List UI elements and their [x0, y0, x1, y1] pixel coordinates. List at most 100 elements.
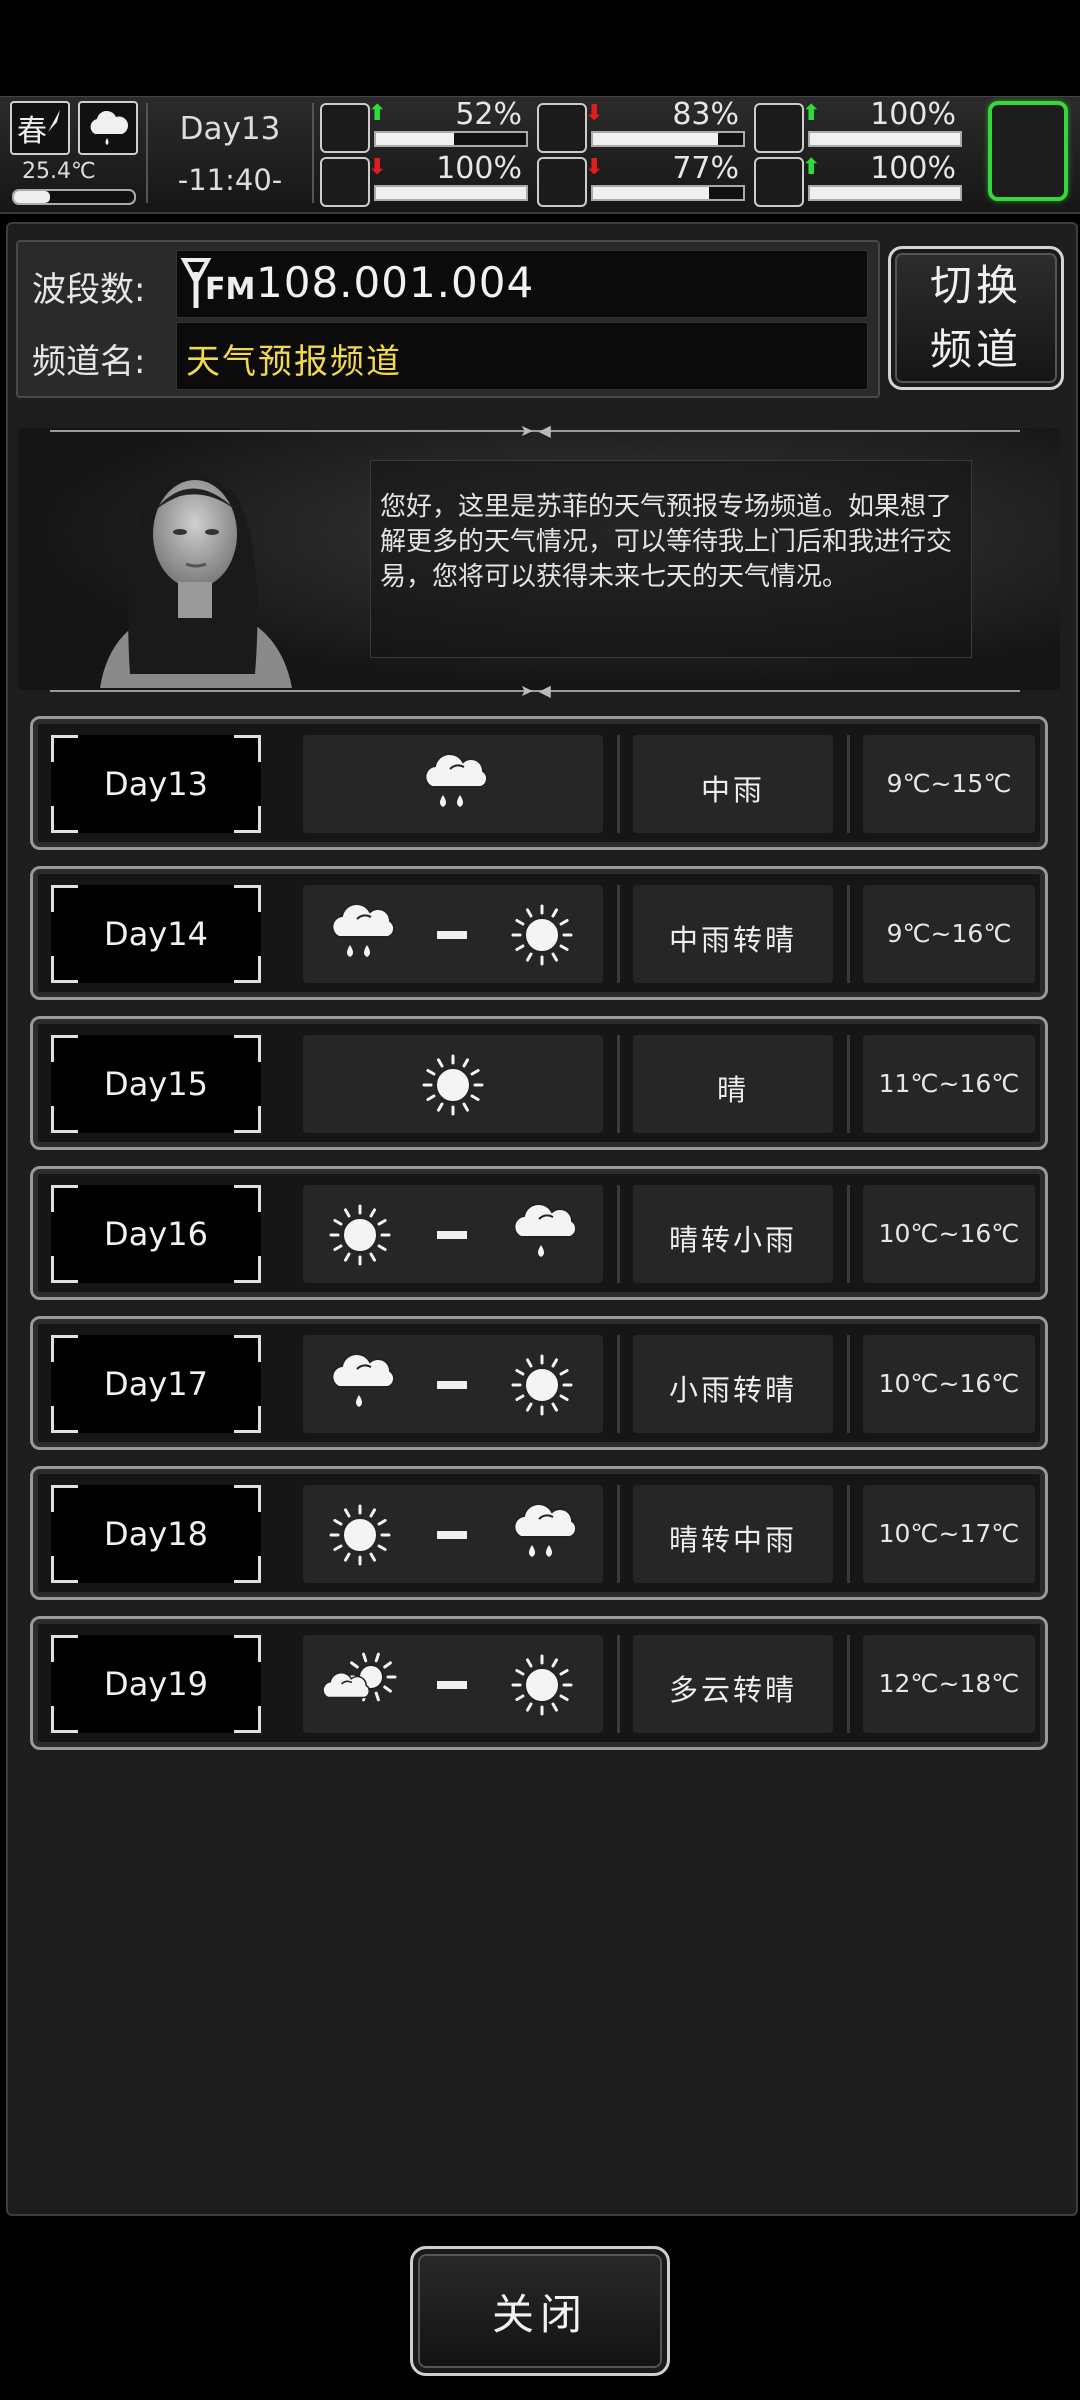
forecast-day-cell: Day19: [51, 1635, 261, 1733]
forecast-day-cell: Day13: [51, 735, 261, 833]
sun-icon: [317, 1199, 403, 1271]
forecast-temperature: 10℃~17℃: [878, 1519, 1020, 1548]
stat-bar: [808, 185, 962, 201]
corner-bracket: [51, 956, 78, 983]
frequency-value: 108.001.004: [256, 258, 535, 307]
close-button-label: 关闭: [491, 2289, 588, 2339]
boot-icon: [320, 157, 370, 207]
close-button[interactable]: 关闭: [410, 2246, 670, 2376]
forecast-day: Day16: [104, 1215, 208, 1253]
forecast-desc-cell: 晴转小雨: [633, 1185, 833, 1283]
stat-value: 100%: [436, 151, 522, 186]
forecast-icon-cell: [303, 1635, 603, 1733]
stat-value: 100%: [870, 97, 956, 132]
trend-down-icon: ⬇: [585, 155, 604, 180]
forecast-description: 中雨转晴: [668, 923, 797, 957]
rain-light-icon: [317, 1349, 403, 1421]
corner-bracket: [51, 1035, 78, 1062]
corner-bracket: [234, 1706, 261, 1733]
forecast-icon-cell: [303, 1185, 603, 1283]
rain-heavy-icon: [499, 1499, 585, 1571]
temperature-bar-fill: [14, 191, 50, 203]
trend-down-icon: ⬇: [585, 101, 604, 126]
stat-bar: [808, 131, 962, 147]
forecast-row-day18: Day18 晴转中雨 10℃~17℃: [30, 1466, 1048, 1600]
divider: [847, 1485, 850, 1583]
corner-bracket: [234, 956, 261, 983]
corner-bracket: [234, 1106, 261, 1133]
channel-name: 天气预报频道: [186, 342, 402, 382]
forecast-description: 中雨: [700, 773, 765, 807]
forecast-row-day17: Day17 小雨转晴 10℃~16℃: [30, 1316, 1048, 1450]
divider: [617, 1485, 620, 1583]
trend-up-icon: ⬆: [802, 101, 821, 126]
forecast-description: 小雨转晴: [668, 1373, 797, 1407]
corner-bracket: [51, 1335, 78, 1362]
forecast-row-day19: Day19 多云转晴 12℃~18℃: [30, 1616, 1048, 1750]
stat-value: 52%: [455, 97, 522, 132]
stat-bar-fill: [810, 187, 960, 199]
forecast-description: 晴: [716, 1073, 749, 1107]
rain-heavy-icon: [317, 899, 403, 971]
heart-icon: [754, 157, 804, 207]
divider: [312, 103, 314, 203]
forecast-day: Day19: [104, 1665, 208, 1703]
corner-bracket: [234, 1256, 261, 1283]
transition-dash: [437, 1681, 467, 1689]
forecast-temperature: 9℃~15℃: [886, 769, 1012, 798]
stat-bar-fill: [376, 187, 526, 199]
forecast-temp-cell: 11℃~16℃: [863, 1035, 1035, 1133]
switch-channel-line2: 频道: [929, 325, 1022, 374]
trend-up-icon: ⬆: [802, 155, 821, 180]
stat-health: ⬆ 52%: [320, 97, 530, 153]
forecast-day: Day18: [104, 1515, 208, 1553]
transition-dash: [437, 1381, 467, 1389]
forecast-icon-cell: [303, 1485, 603, 1583]
sun-icon: [499, 899, 585, 971]
switch-channel-line1: 切换: [929, 261, 1022, 310]
corner-bracket: [234, 1185, 261, 1212]
season-label: 春: [17, 114, 47, 149]
forecast-day-cell: Day14: [51, 885, 261, 983]
switch-channel-button[interactable]: 切换 频道: [888, 246, 1064, 390]
equipment-slot[interactable]: [988, 101, 1068, 201]
stat-medicine: ⬆ 100%: [754, 97, 964, 153]
divider: [847, 885, 850, 983]
forecast-day-cell: Day16: [51, 1185, 261, 1283]
corner-bracket: [51, 1256, 78, 1283]
corner-bracket: [51, 1185, 78, 1212]
forecast-day-cell: Day17: [51, 1335, 261, 1433]
divider: [847, 735, 850, 833]
divider: [617, 1335, 620, 1433]
forecast-temperature: 11℃~16℃: [878, 1069, 1020, 1098]
transition-dash: [437, 1231, 467, 1239]
cloudy-icon: [317, 1649, 403, 1721]
stat-value: 83%: [672, 97, 739, 132]
forecast-day-cell: Day18: [51, 1485, 261, 1583]
sun-icon: [317, 1499, 403, 1571]
forecast-day: Day17: [104, 1365, 208, 1403]
channel-label: 频道名:: [32, 342, 146, 382]
forecast-temp-cell: 12℃~18℃: [863, 1635, 1035, 1733]
forecast-row-day14: Day14 中雨转晴 9℃~16℃: [30, 866, 1048, 1000]
corner-bracket: [51, 1485, 78, 1512]
corner-bracket: [51, 806, 78, 833]
forecast-temperature: 10℃~16℃: [878, 1369, 1020, 1398]
divider: [617, 885, 620, 983]
rain-cloud-icon: [78, 101, 138, 155]
frequency-label: 波段数:: [32, 270, 146, 310]
stat-mood: ⬆ 100%: [754, 151, 964, 207]
divider: [847, 1335, 850, 1433]
forecast-row-day13: Day13 中雨 9℃~15℃: [30, 716, 1048, 850]
forecast-description: 晴转中雨: [668, 1523, 797, 1557]
corner-bracket: [234, 1485, 261, 1512]
stat-bar: [374, 185, 528, 201]
forecast-temperature: 12℃~18℃: [878, 1669, 1020, 1698]
ornament-line-bottom: ➤ ◀: [50, 681, 1020, 700]
stat-bar-fill: [376, 133, 454, 145]
forecast-day-cell: Day15: [51, 1035, 261, 1133]
stat-thirst: ⬇ 77%: [537, 151, 747, 207]
forecast-desc-cell: 中雨: [633, 735, 833, 833]
forecast-temp-cell: 9℃~15℃: [863, 735, 1035, 833]
forecast-temp-cell: 9℃~16℃: [863, 885, 1035, 983]
